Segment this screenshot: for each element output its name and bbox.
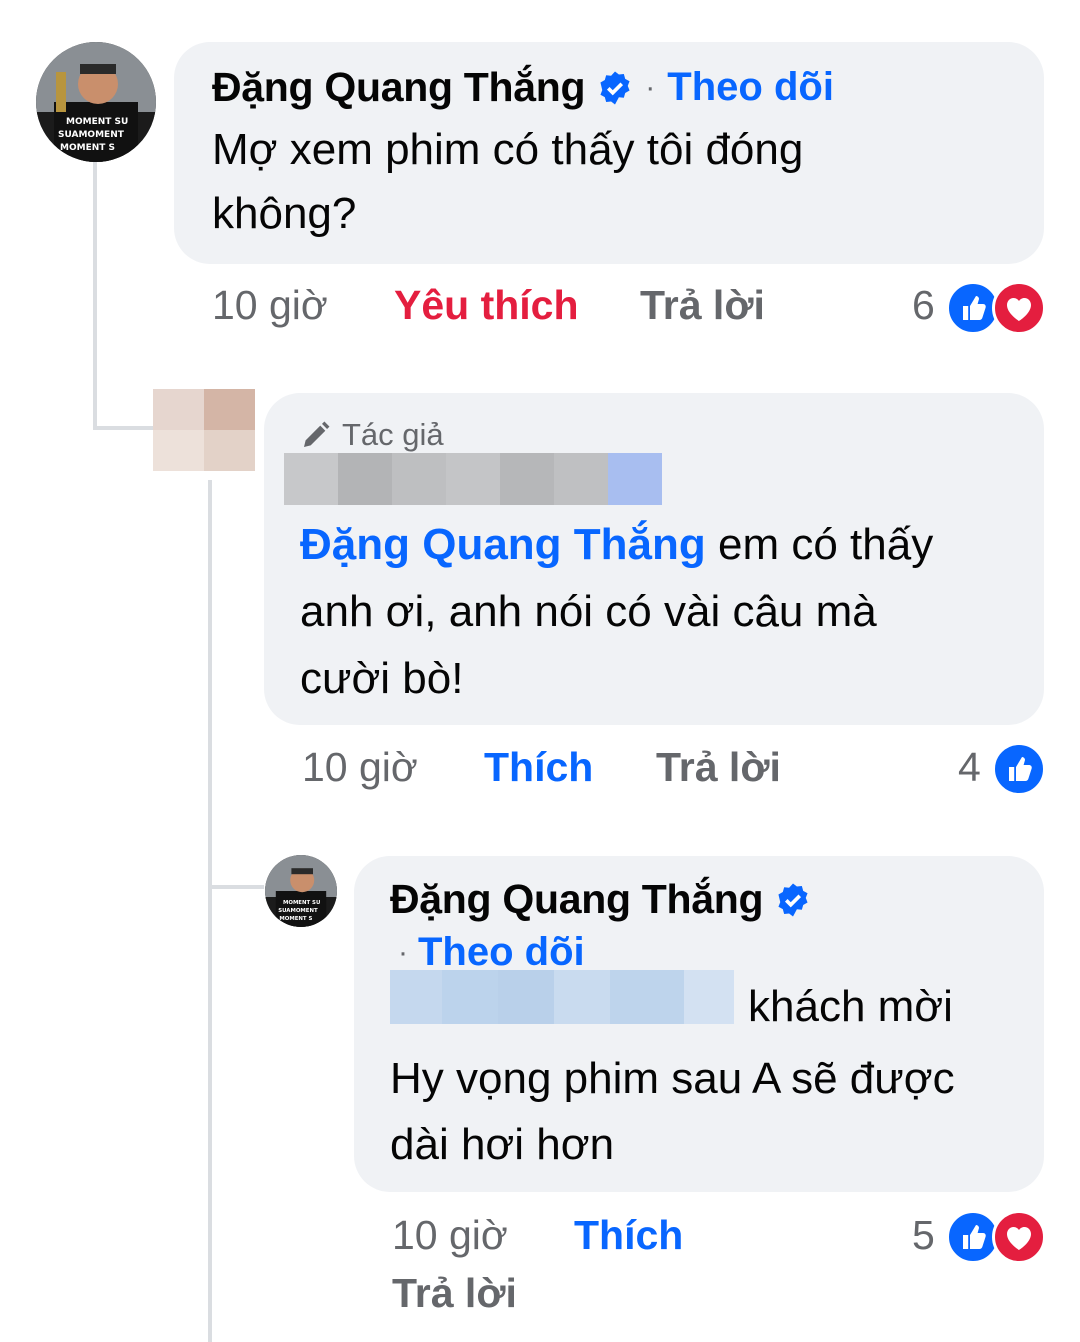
verified-badge-icon <box>775 882 811 918</box>
comment-header: Đặng Quang Thắng <box>390 876 811 923</box>
comment-actions: 10 giờ Thích Trả lời 4 <box>302 744 1044 796</box>
thread-line-sub <box>208 480 212 1342</box>
reply-button[interactable]: Trả lời <box>640 282 765 329</box>
reaction-count[interactable]: 4 <box>958 744 981 791</box>
mention-link[interactable]: Đặng Quang Thắng <box>300 520 706 569</box>
comment-text-line: cười bò! <box>300 654 464 703</box>
author-badge-label: Tác giả <box>342 417 444 452</box>
svg-text:MOMENT SU: MOMENT SU <box>66 117 128 127</box>
reaction-count[interactable]: 6 <box>912 282 935 329</box>
thread-line-main <box>93 148 97 430</box>
follow-row: · Theo dõi <box>398 930 585 975</box>
svg-text:SUAMOMENT: SUAMOMENT <box>58 130 125 140</box>
like-button[interactable]: Thích <box>574 1212 683 1259</box>
reply-button[interactable]: Trả lời <box>392 1270 517 1317</box>
avatar[interactable]: MOMENT SU SUAMOMENT MOMENT S <box>265 855 337 927</box>
comment-bubble: Đặng Quang Thắng · Theo dõi khách mời Hy… <box>354 856 1044 1192</box>
separator: · <box>398 935 408 969</box>
comment-text: Đặng Quang Thắng em có thấy anh ơi, anh … <box>300 511 933 712</box>
comment-bubble: Đặng Quang Thắng · Theo dõi Mợ xem phim … <box>174 42 1044 264</box>
avatar[interactable] <box>153 389 255 471</box>
comment-text-line: Mợ xem phim có thấy tôi đóng <box>212 125 804 174</box>
comment-text-line: không? <box>212 189 357 238</box>
comment-text: Mợ xem phim có thấy tôi đóng không? <box>212 118 803 246</box>
svg-text:MOMENT S: MOMENT S <box>279 916 312 922</box>
separator: · <box>645 70 656 104</box>
love-icon <box>992 1210 1046 1264</box>
like-button[interactable]: Yêu thích <box>394 282 579 329</box>
follow-button[interactable]: Theo dõi <box>418 930 585 975</box>
like-icon <box>992 742 1046 796</box>
comment-text-line: anh ơi, anh nói có vài câu mà <box>300 587 877 636</box>
comment-text-fragment: khách mời <box>748 982 953 1031</box>
svg-text:MOMENT SU: MOMENT SU <box>283 900 320 906</box>
love-icon <box>992 281 1046 335</box>
author-name[interactable]: Đặng Quang Thắng <box>212 64 586 111</box>
comment-actions: 10 giờ Yêu thích Trả lời 6 <box>212 282 1044 334</box>
svg-text:SUAMOMENT: SUAMOMENT <box>278 908 318 914</box>
pencil-icon <box>300 419 332 451</box>
comment-header: Đặng Quang Thắng · Theo dõi <box>212 64 834 111</box>
timestamp[interactable]: 10 giờ <box>392 1212 508 1259</box>
comment-text: Hy vọng phim sau A sẽ được dài hơi hơn <box>390 1046 955 1178</box>
comment-text-fragment: em có thấy <box>705 520 934 569</box>
author-name[interactable] <box>284 453 662 505</box>
like-button[interactable]: Thích <box>484 744 593 791</box>
thread-line-sub-branch <box>208 885 264 889</box>
svg-text:MOMENT S: MOMENT S <box>60 143 115 153</box>
timestamp[interactable]: 10 giờ <box>212 282 328 329</box>
thread-line-branch <box>93 426 153 430</box>
reaction-count[interactable]: 5 <box>912 1212 935 1259</box>
avatar[interactable]: MOMENT SU SUAMOMENT MOMENT S <box>36 42 156 162</box>
timestamp[interactable]: 10 giờ <box>302 744 418 791</box>
comment-text-line: Hy vọng phim sau A sẽ được <box>390 1054 955 1103</box>
verified-badge-icon <box>597 70 633 106</box>
comment-bubble: Tác giả Đặng Quang Thắng em có thấy anh … <box>264 393 1044 725</box>
mention-link[interactable] <box>390 970 734 1024</box>
comment-text-line: Đặng Quang Thắng em có thấy <box>300 511 933 578</box>
author-name[interactable]: Đặng Quang Thắng <box>390 876 764 923</box>
follow-button[interactable]: Theo dõi <box>667 65 834 110</box>
comment-text-line: dài hơi hơn <box>390 1120 615 1169</box>
reply-button[interactable]: Trả lời <box>656 744 781 791</box>
author-badge: Tác giả <box>300 417 444 453</box>
